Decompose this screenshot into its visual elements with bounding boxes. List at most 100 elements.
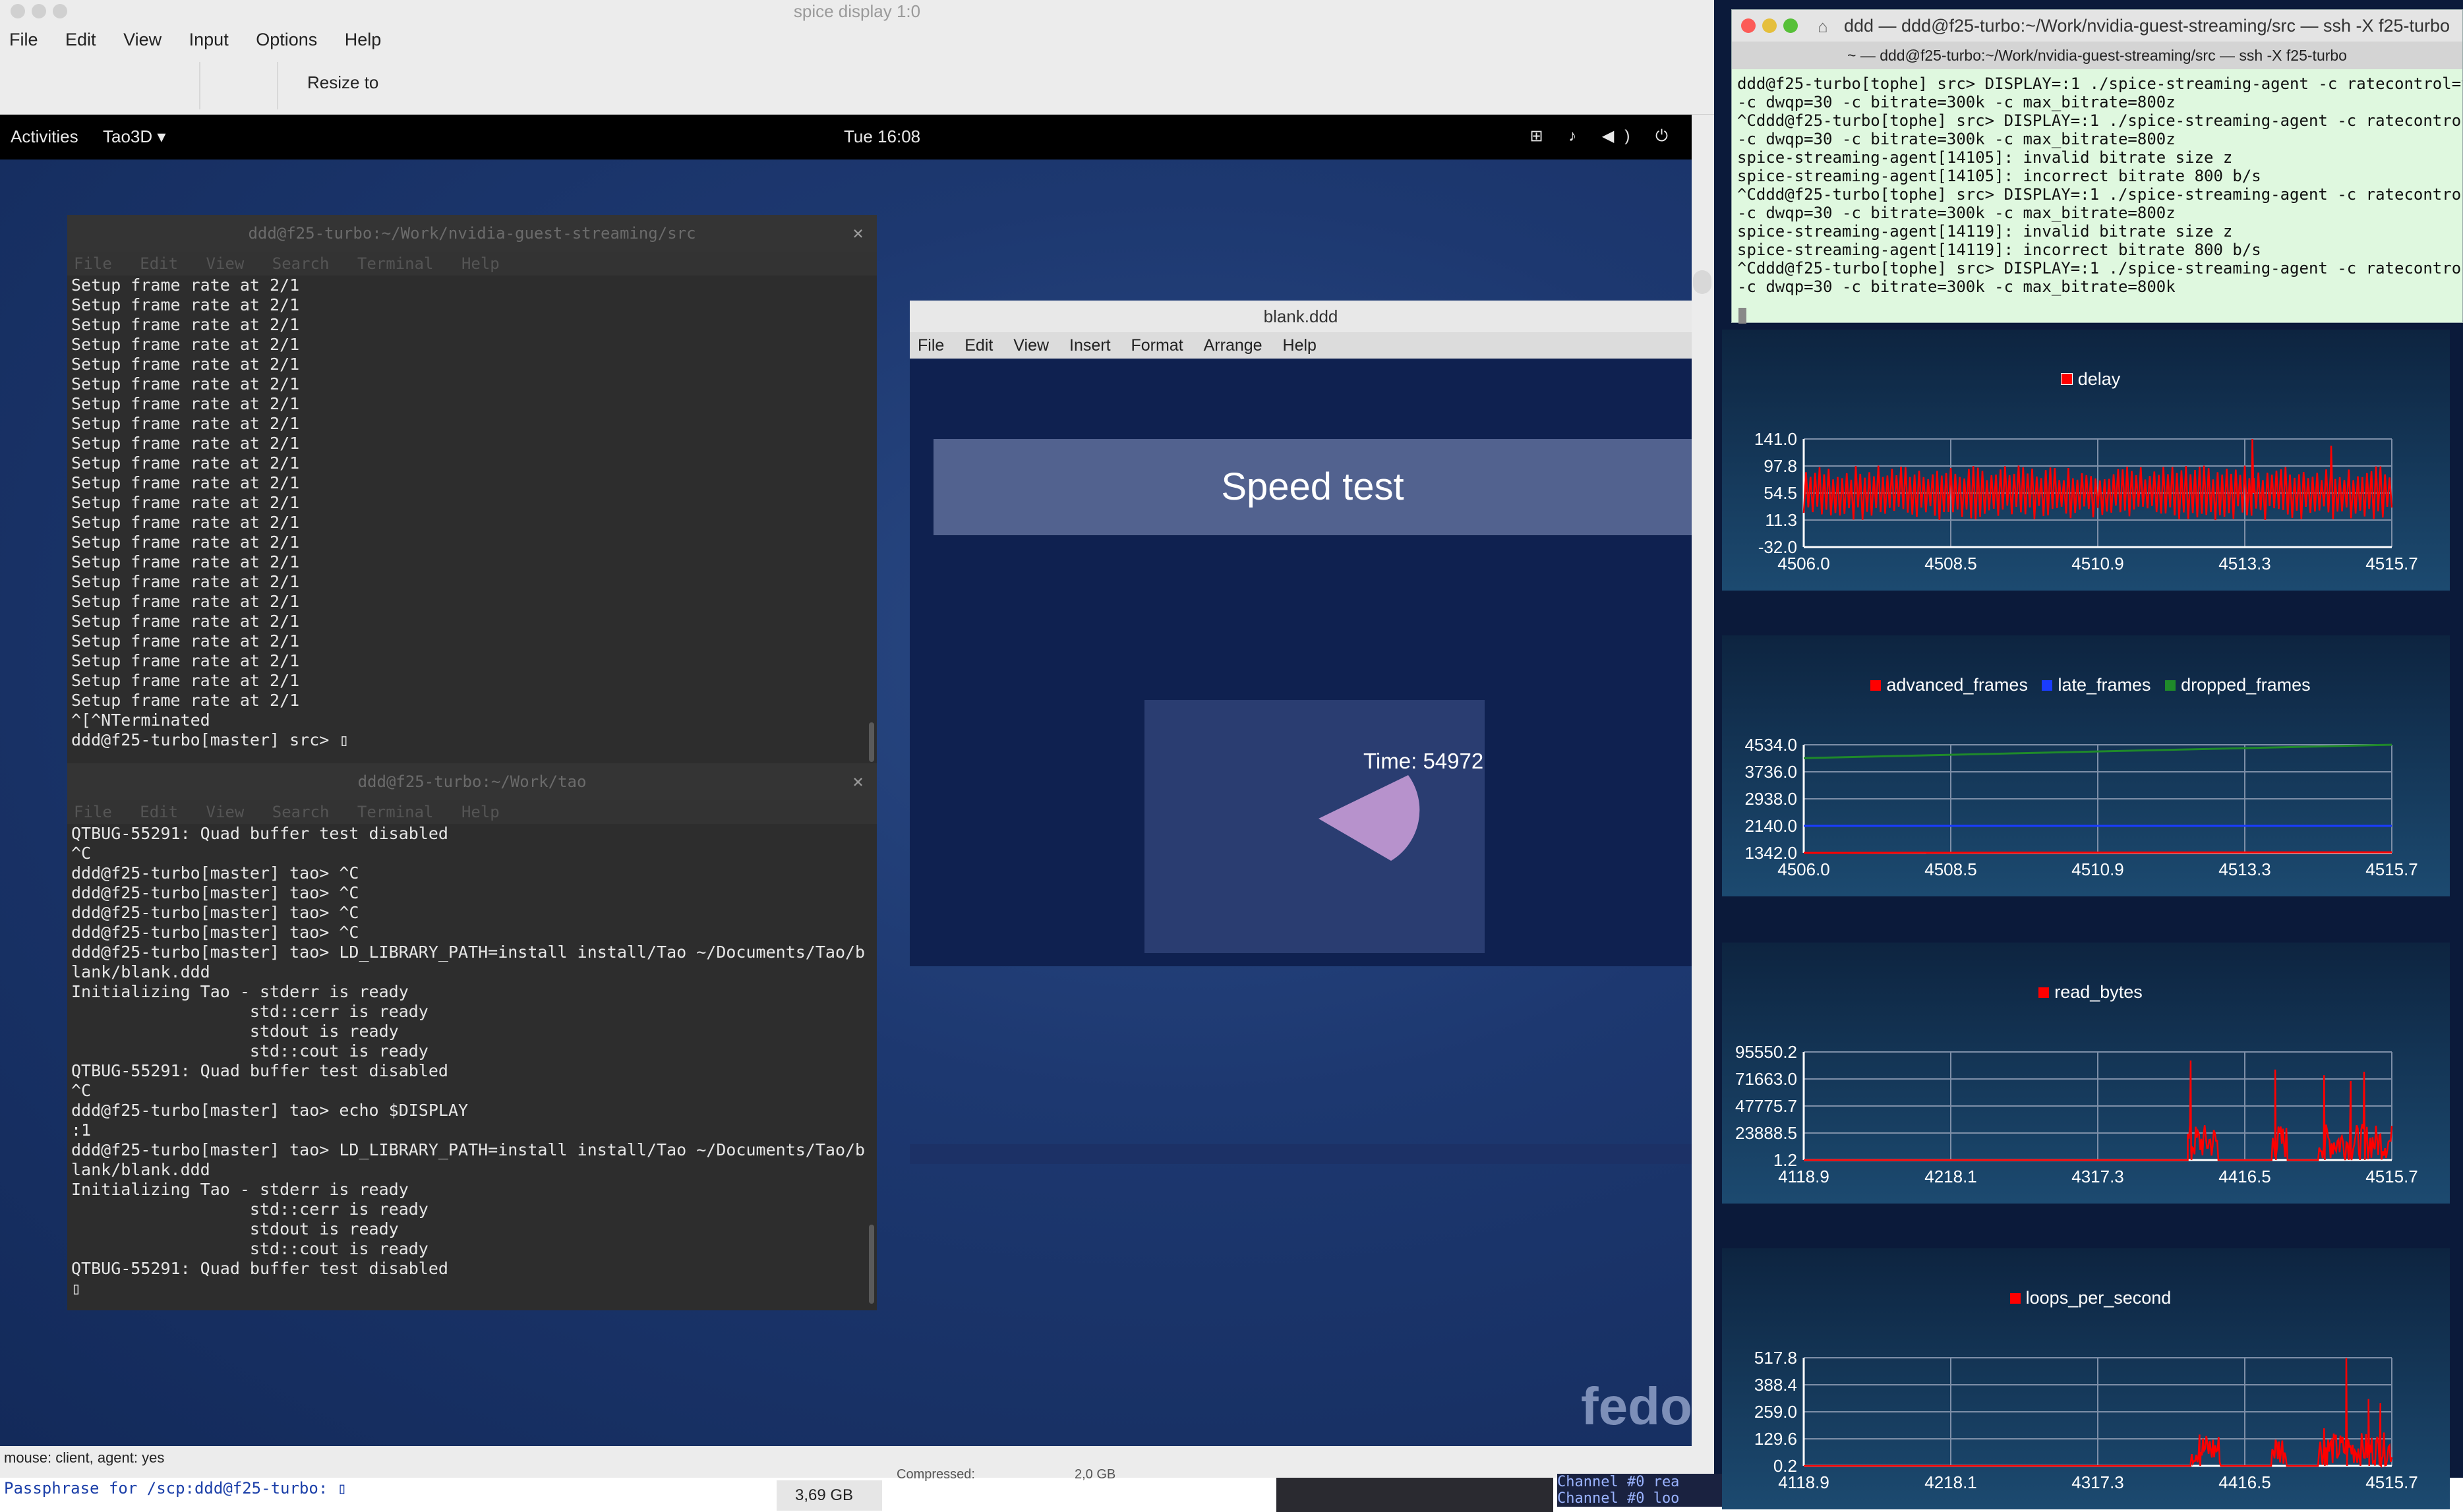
minimize-window-button[interactable] bbox=[1762, 18, 1777, 33]
clock[interactable]: Tue 16:08 bbox=[844, 127, 920, 147]
x-tick-label: 4515.7 bbox=[2365, 1167, 2418, 1186]
y-tick-label: 2938.0 bbox=[1744, 789, 1797, 809]
terminal-line: Setup frame rate at 2/1 bbox=[71, 355, 300, 374]
tao-menubar: File Edit View Insert Format Arrange Hel… bbox=[910, 332, 1692, 359]
scrollbar[interactable] bbox=[869, 1225, 874, 1304]
app-menu-tao3d[interactable]: Tao3D ▾ bbox=[103, 127, 165, 147]
chart-plot: 141.097.854.511.3-32.04506.0 4508.5 4510.9… bbox=[1754, 429, 2418, 573]
resize-to-button[interactable]: Resize to bbox=[307, 73, 378, 93]
y-tick-label: 11.3 bbox=[1765, 510, 1797, 530]
terminal-line: lank/blank.ddd bbox=[71, 1160, 210, 1179]
terminal-menu-file[interactable]: File bbox=[74, 252, 112, 276]
ssh-terminal-output[interactable]: ddd@f25-turbo[tophe] src> DISPLAY=:1 ./s… bbox=[1737, 74, 2462, 296]
tao-menu-edit[interactable]: Edit bbox=[964, 332, 993, 359]
terminal-menu-help[interactable]: Help bbox=[461, 252, 500, 276]
ssh-terminal-tab[interactable]: ~ — ddd@f25-turbo:~/Work/nvidia-guest-st… bbox=[1732, 42, 2462, 69]
tao-window-title: blank.ddd bbox=[910, 301, 1692, 332]
x-tick-label: 4515.7 bbox=[2365, 1472, 2418, 1492]
ssh-terminal-line: spice-streaming-agent[14105]: invalid bi… bbox=[1737, 148, 2233, 167]
tao-menu-view[interactable]: View bbox=[1013, 332, 1049, 359]
close-icon[interactable]: × bbox=[852, 215, 864, 252]
terminal-line: Setup frame rate at 2/1 bbox=[71, 592, 300, 611]
series-line-advanced_frames bbox=[1803, 851, 2392, 854]
menu-input[interactable]: Input bbox=[189, 22, 229, 57]
x-tick-label: 4118.9 bbox=[1778, 1167, 1829, 1186]
y-tick-label: 95550.2 bbox=[1735, 1042, 1797, 1062]
tao-menu-format[interactable]: Format bbox=[1131, 332, 1183, 359]
terminal-line: Setup frame rate at 2/1 bbox=[71, 691, 300, 710]
terminal-menu-terminal[interactable]: Terminal bbox=[357, 252, 434, 276]
menu-edit[interactable]: Edit bbox=[65, 22, 96, 57]
terminal-line: Setup frame rate at 2/1 bbox=[71, 651, 300, 670]
terminal-menu-file[interactable]: File bbox=[74, 800, 112, 824]
terminal-menu-view[interactable]: View bbox=[206, 800, 245, 824]
disk-size-label: 3,69 GB bbox=[777, 1480, 882, 1511]
terminal-line: Initializing Tao - stderr is ready bbox=[71, 1180, 409, 1199]
x-tick-label: 4510.9 bbox=[2071, 554, 2124, 573]
terminal-line: Setup frame rate at 2/1 bbox=[71, 671, 300, 690]
tao-menu-file[interactable]: File bbox=[918, 332, 944, 359]
terminal-title: ddd@f25-turbo:~/Work/tao bbox=[67, 763, 877, 800]
y-tick-label: 141.0 bbox=[1754, 429, 1797, 449]
close-icon[interactable]: × bbox=[852, 763, 864, 800]
terminal-output[interactable]: QTBUG-55291: Quad buffer test disabled ^C… bbox=[71, 824, 866, 1298]
y-tick-label: 3736.0 bbox=[1744, 762, 1797, 782]
ssh-terminal-line: -c dwqp=30 -c bitrate=300k -c max_bitrat… bbox=[1737, 204, 2176, 222]
terminal-menubar: File Edit View Search Terminal Help bbox=[67, 800, 877, 824]
x-tick-label: 4515.7 bbox=[2365, 859, 2418, 879]
activities-button[interactable]: Activities bbox=[11, 127, 78, 147]
tao-menu-insert[interactable]: Insert bbox=[1069, 332, 1111, 359]
terminal-line: Setup frame rate at 2/1 bbox=[71, 374, 300, 393]
terminal-menu-search[interactable]: Search bbox=[272, 252, 330, 276]
toolbar-separator bbox=[277, 62, 278, 109]
x-tick-label: 4515.7 bbox=[2365, 554, 2418, 573]
tao-menu-help[interactable]: Help bbox=[1283, 332, 1317, 359]
tao3d-window[interactable]: blank.ddd File Edit View Insert Format A… bbox=[910, 301, 1692, 1164]
speed-test-banner: Speed test bbox=[934, 439, 1692, 535]
close-window-button[interactable] bbox=[1741, 18, 1756, 33]
tao-window-bottom bbox=[910, 1144, 1692, 1164]
toolbar-separator bbox=[199, 62, 200, 109]
scrollbar[interactable] bbox=[869, 722, 874, 762]
terminal-menu-search[interactable]: Search bbox=[272, 800, 330, 824]
chart-plot: 4534.03736.02938.02140.01342.04506.0 4508… bbox=[1744, 735, 2418, 879]
terminal-menu-terminal[interactable]: Terminal bbox=[357, 800, 434, 824]
close-window-button[interactable] bbox=[11, 4, 25, 18]
terminal-line: ddd@f25-turbo[master] tao> LD_LIBRARY_PA… bbox=[71, 943, 866, 962]
terminal-cursor bbox=[1738, 308, 1746, 324]
terminal-menu-edit[interactable]: Edit bbox=[140, 800, 178, 824]
menu-view[interactable]: View bbox=[123, 22, 162, 57]
menu-help[interactable]: Help bbox=[345, 22, 382, 57]
zoom-window-button[interactable] bbox=[53, 4, 67, 18]
menu-file[interactable]: File bbox=[9, 22, 38, 57]
terminal-menu-view[interactable]: View bbox=[206, 252, 245, 276]
x-tick-label: 4317.3 bbox=[2071, 1472, 2124, 1492]
terminal-menu-edit[interactable]: Edit bbox=[140, 252, 178, 276]
home-folder-icon: ⌂ bbox=[1818, 16, 1828, 36]
ssh-terminal-line: spice-streaming-agent[14105]: incorrect … bbox=[1737, 167, 2261, 185]
ssh-terminal-line: ddd@f25-turbo[tophe] src> DISPLAY=:1 ./s… bbox=[1737, 74, 2462, 93]
system-tray-icons[interactable]: ⊞ ♪ ◀) ⏻ bbox=[1529, 127, 1678, 146]
terminal-line: ddd@f25-turbo[master] src> ▯ bbox=[71, 730, 349, 749]
terminal-output[interactable]: Setup frame rate at 2/1 Setup frame rate … bbox=[71, 276, 864, 750]
x-tick-label: 4513.3 bbox=[2218, 859, 2271, 879]
zoom-window-button[interactable] bbox=[1783, 18, 1798, 33]
x-tick-label: 4416.5 bbox=[2218, 1167, 2271, 1186]
terminal-menu-help[interactable]: Help bbox=[461, 800, 500, 824]
menu-options[interactable]: Options bbox=[256, 22, 317, 57]
ssh-terminal-line: ^Cddd@f25-turbo[tophe] src> DISPLAY=:1 .… bbox=[1737, 185, 2462, 204]
ssh-terminal-window[interactable]: ddd — ddd@f25-turbo:~/Work/nvidia-guest-… bbox=[1731, 9, 2463, 324]
terminal-line: QTBUG-55291: Quad buffer test disabled bbox=[71, 824, 448, 843]
compressed-label: Compressed: bbox=[897, 1467, 975, 1482]
terminal-window-src[interactable]: ddd@f25-turbo:~/Work/nvidia-guest-stream… bbox=[67, 215, 877, 763]
minimize-window-button[interactable] bbox=[32, 4, 46, 18]
y-tick-label: 47775.7 bbox=[1735, 1096, 1797, 1116]
delay-chart: delay 141.0 97.8 54.5 11.3 -32.0 4506.0 4508.5… bbox=[1722, 330, 2450, 591]
passphrase-prompt[interactable]: Passphrase for /scp:ddd@f25-turbo: ▯ bbox=[4, 1479, 347, 1497]
terminal-window-tao[interactable]: ddd@f25-turbo:~/Work/tao × File Edit Vie… bbox=[67, 763, 877, 1310]
terminal-line: ddd@f25-turbo[master] tao> ^C bbox=[71, 923, 359, 942]
fedora-logo: fedo bbox=[1581, 1377, 1692, 1436]
y-tick-label: 97.8 bbox=[1764, 456, 1797, 476]
tao-menu-arrange[interactable]: Arrange bbox=[1204, 332, 1262, 359]
guest-display[interactable]: Activities Tao3D ▾ Tue 16:08 ⊞ ♪ ◀) ⏻ dd… bbox=[0, 115, 1692, 1446]
